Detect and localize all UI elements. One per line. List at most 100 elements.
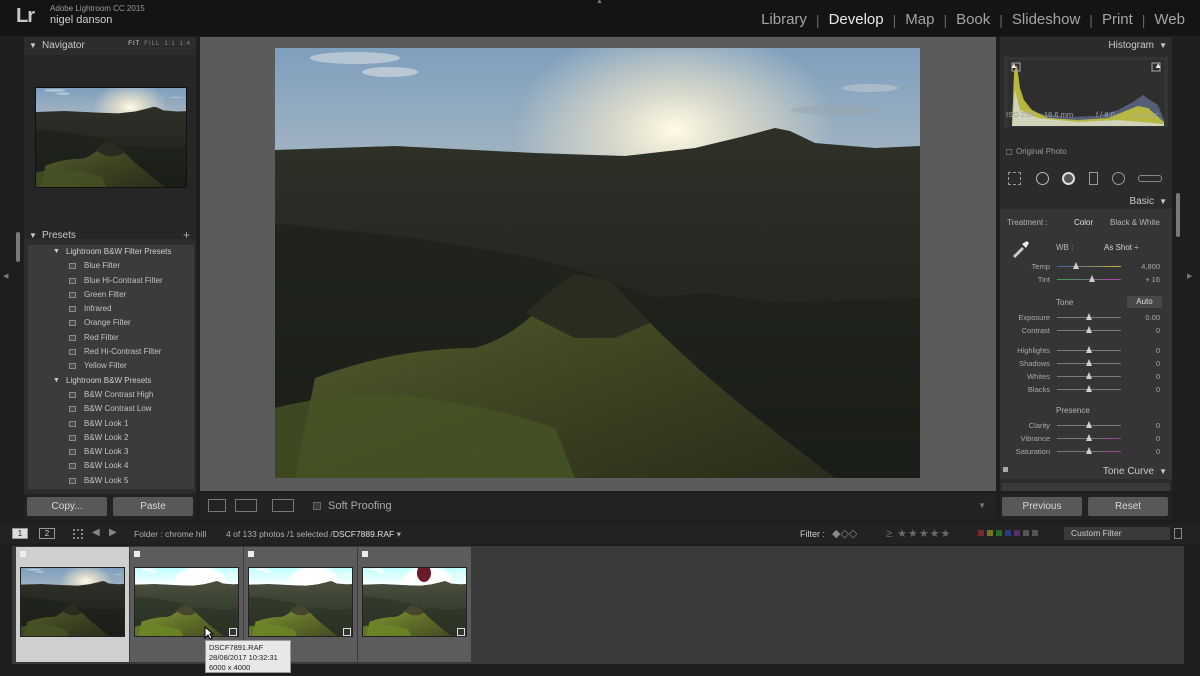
- photo-count-label[interactable]: 4 of 133 photos /1 selected /DSCF7889.RA…: [226, 529, 401, 540]
- module-develop[interactable]: Develop: [828, 11, 885, 28]
- preset-item[interactable]: B&W Look 5: [28, 474, 194, 488]
- preset-item[interactable]: B&W Look 1: [28, 417, 194, 431]
- thumbnail-image[interactable]: [248, 567, 353, 637]
- slider-thumb[interactable]: [1086, 313, 1092, 320]
- collapse-triangle-icon[interactable]: ▼: [1159, 41, 1167, 50]
- histogram-header[interactable]: Histogram ▼: [1000, 37, 1172, 55]
- slider-thumb[interactable]: [1086, 447, 1092, 454]
- preset-item[interactable]: Red Hi-Contrast Filter: [28, 345, 194, 359]
- crop-overlay-icon[interactable]: [1008, 172, 1021, 185]
- flag-icon[interactable]: [248, 551, 254, 557]
- filter-lock-icon[interactable]: [1174, 528, 1182, 539]
- adjustment-brush-icon[interactable]: [1138, 175, 1162, 182]
- copy-settings-button[interactable]: Copy...: [27, 497, 107, 516]
- preset-item[interactable]: Yellow Filter: [28, 359, 194, 373]
- preset-item[interactable]: Blue Hi-Contrast Filter: [28, 274, 194, 288]
- back-arrow-icon[interactable]: ◀: [92, 527, 100, 538]
- collapse-triangle-icon[interactable]: ▼: [1159, 197, 1167, 206]
- spot-removal-icon[interactable]: [1036, 172, 1049, 185]
- slider-clarity[interactable]: Clarity 0: [1000, 419, 1172, 432]
- preset-item[interactable]: Infrared: [28, 302, 194, 316]
- tone-curve-switch-icon[interactable]: [1003, 467, 1008, 472]
- preset-item[interactable]: Orange Filter: [28, 316, 194, 330]
- preset-item[interactable]: B&W Look 4: [28, 459, 194, 473]
- slider-exposure[interactable]: Exposure 0.00: [1000, 311, 1172, 324]
- slider-thumb[interactable]: [1086, 359, 1092, 366]
- slider-value[interactable]: 0: [1156, 434, 1160, 443]
- presets-header[interactable]: ▼ Presets +: [24, 227, 196, 245]
- tone-curve-header[interactable]: Tone Curve ▼: [1000, 463, 1172, 481]
- slider-thumb[interactable]: [1073, 262, 1080, 269]
- add-preset-icon[interactable]: +: [183, 228, 190, 242]
- main-photo[interactable]: [275, 48, 920, 478]
- previous-button[interactable]: Previous: [1002, 497, 1082, 516]
- paste-settings-button[interactable]: Paste: [113, 497, 193, 516]
- treatment-color-option[interactable]: Color: [1074, 218, 1093, 227]
- slider-thumb[interactable]: [1086, 346, 1092, 353]
- reset-button[interactable]: Reset: [1088, 497, 1168, 516]
- left-panel-toggle-icon[interactable]: ◀: [3, 272, 8, 280]
- grid-view-icon[interactable]: [73, 529, 83, 539]
- slider-value[interactable]: 0: [1156, 385, 1160, 394]
- module-web[interactable]: Web: [1153, 11, 1186, 28]
- module-library[interactable]: Library: [760, 11, 808, 28]
- flag-filter-icons[interactable]: ◆◇◇: [832, 527, 857, 540]
- slider-track[interactable]: [1057, 266, 1121, 267]
- loupe-view-icon[interactable]: [208, 499, 226, 512]
- color-label-filter[interactable]: [978, 530, 1038, 536]
- rating-filter-stars[interactable]: ≥ ★★★★★: [886, 527, 951, 540]
- custom-filter-select[interactable]: Custom Filter: [1064, 527, 1170, 540]
- develop-edited-badge-icon[interactable]: [229, 628, 237, 636]
- shadow-clipping-icon[interactable]: ▲: [1010, 61, 1018, 70]
- preset-item[interactable]: B&W Contrast High: [28, 388, 194, 402]
- slider-blacks[interactable]: Blacks 0: [1000, 383, 1172, 396]
- top-panel-toggle-icon[interactable]: ▲: [596, 0, 603, 5]
- slider-highlights[interactable]: Highlights 0: [1000, 344, 1172, 357]
- collapse-triangle-icon[interactable]: ▼: [29, 231, 37, 240]
- slider-thumb[interactable]: [1086, 421, 1092, 428]
- slider-thumb[interactable]: [1086, 372, 1092, 379]
- thumbnail-image[interactable]: [20, 567, 125, 637]
- folder-triangle-icon[interactable]: ▼: [53, 248, 60, 255]
- thumbnail-image[interactable]: [362, 567, 467, 637]
- red-eye-icon[interactable]: [1062, 172, 1075, 185]
- slider-value[interactable]: + 16: [1145, 275, 1160, 284]
- preset-folder[interactable]: ▼ Lightroom B&W Presets: [28, 374, 194, 388]
- main-window-button[interactable]: 1: [12, 528, 28, 539]
- slider-value[interactable]: 0.00: [1145, 313, 1160, 322]
- slider-value[interactable]: 0: [1156, 447, 1160, 456]
- flag-icon[interactable]: [362, 551, 368, 557]
- zoom-option-fit[interactable]: FIT: [128, 41, 140, 47]
- slider-thumb[interactable]: [1086, 385, 1092, 392]
- right-panel-toggle-icon[interactable]: ▶: [1187, 272, 1192, 280]
- slider-saturation[interactable]: Saturation 0: [1000, 445, 1172, 458]
- white-balance-eyedropper-icon[interactable]: [1009, 238, 1031, 260]
- slider-contrast[interactable]: Contrast 0: [1000, 324, 1172, 337]
- preset-folder[interactable]: ▼ Lightroom B&W Filter Presets: [28, 245, 194, 259]
- slider-value[interactable]: 0: [1156, 359, 1160, 368]
- wb-select[interactable]: As Shot ÷: [1104, 243, 1139, 252]
- slider-value[interactable]: 0: [1156, 346, 1160, 355]
- slider-temp[interactable]: Temp 4,800: [1000, 260, 1172, 273]
- module-map[interactable]: Map: [904, 11, 935, 28]
- collapse-triangle-icon[interactable]: ▼: [1159, 467, 1167, 476]
- folder-triangle-icon[interactable]: ▼: [53, 377, 60, 384]
- preset-item[interactable]: Blue Filter: [28, 259, 194, 273]
- slider-value[interactable]: 4,800: [1141, 262, 1160, 271]
- forward-arrow-icon[interactable]: ▶: [109, 527, 117, 538]
- chevron-down-icon[interactable]: ▾: [394, 529, 401, 539]
- module-slideshow[interactable]: Slideshow: [1011, 11, 1081, 28]
- zoom-option-1-4[interactable]: 1:4: [180, 41, 191, 47]
- before-after-icon[interactable]: [235, 499, 257, 512]
- right-panel-scrollbar[interactable]: [1176, 193, 1180, 237]
- slider-tint[interactable]: Tint + 16: [1000, 273, 1172, 286]
- module-book[interactable]: Book: [955, 11, 991, 28]
- flag-icon[interactable]: [134, 551, 140, 557]
- thumbnail-image[interactable]: [134, 567, 239, 637]
- preset-item[interactable]: B&W Contrast Low: [28, 402, 194, 416]
- navigator-header[interactable]: ▼ Navigator FIT FILL 1:1 1:4: [24, 37, 196, 55]
- original-photo-checkbox[interactable]: [1006, 149, 1012, 155]
- graduated-filter-icon[interactable]: [1089, 172, 1098, 185]
- toolbar-menu-icon[interactable]: ▼: [978, 501, 986, 510]
- slider-thumb[interactable]: [1089, 275, 1096, 282]
